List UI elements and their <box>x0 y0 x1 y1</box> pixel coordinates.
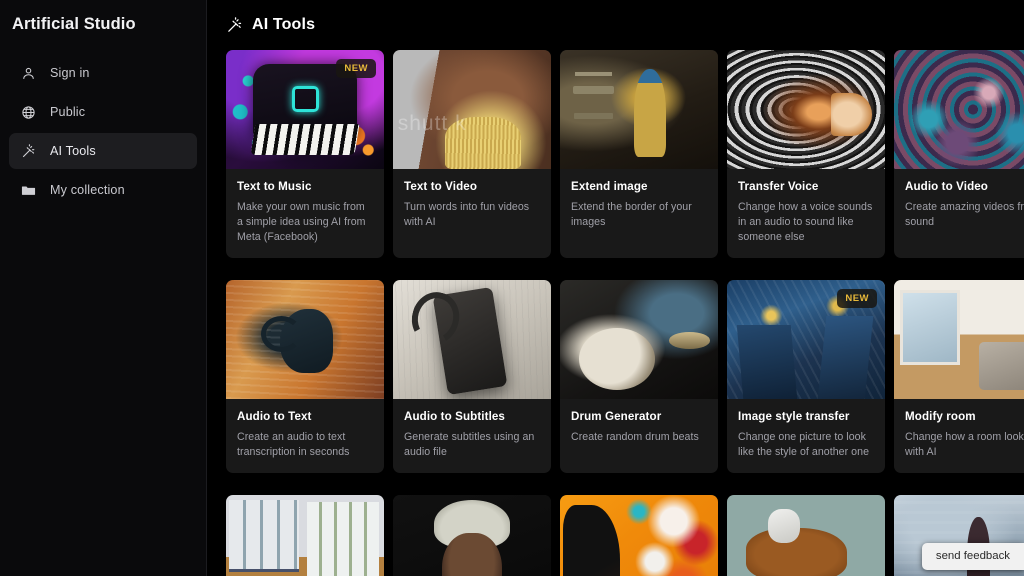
tool-thumbnail: NEW <box>727 280 885 400</box>
tool-card-description: Create random drum beats <box>571 431 699 444</box>
tool-card[interactable] <box>226 495 384 576</box>
audio-recorder-with-headphones-image <box>393 280 551 400</box>
tool-card-body: Text to Music Make your own music from a … <box>226 169 384 258</box>
user-icon <box>21 66 36 81</box>
diamond-icon <box>292 85 320 112</box>
tool-card[interactable]: Audio to Subtitles Generate subtitles usi… <box>393 280 551 474</box>
tool-thumbnail <box>226 280 384 400</box>
tool-thumbnail <box>727 50 885 169</box>
tool-card-title: Drum Generator <box>571 410 662 424</box>
brand-title: Artificial Studio <box>12 15 136 33</box>
tool-card-body: Image style transfer Change one picture t… <box>727 399 885 473</box>
magic-wand-icon <box>21 143 36 159</box>
abstract-gramophone-horn-image <box>727 50 885 169</box>
new-badge: NEW <box>336 59 376 78</box>
app-root: Artificial Studio Sign in Public AI Tools M… <box>0 0 1024 576</box>
tool-thumbnail <box>393 280 551 400</box>
portrait-man-with-turban-image <box>393 495 551 576</box>
tool-card-description: Generate subtitles using an audio file <box>404 431 535 459</box>
tool-card[interactable]: Drum Generator Create random drum beats <box>560 280 718 474</box>
man-eating-spaghetti-video-image <box>393 50 551 169</box>
tool-card[interactable]: NEW Text to Music Make your own music from… <box>226 50 384 259</box>
tool-card-body: Drum Generator Create random drum beats <box>560 399 718 458</box>
tool-card-body: Extend image Extend the border of your im… <box>560 169 718 243</box>
tool-thumbnail: NEW <box>226 50 384 169</box>
tool-card-title: Audio to Video <box>905 180 988 193</box>
tool-thumbnail <box>560 50 718 169</box>
tool-card-title: Text to Music <box>237 180 312 193</box>
tool-card-description: Change one picture to look like the styl… <box>738 431 870 459</box>
modern-living-room-interior-image <box>894 280 1024 400</box>
send-feedback-button[interactable]: send feedback <box>921 543 1024 570</box>
magic-wand-icon <box>226 16 243 34</box>
tool-card-description: Change how a voice sounds in an audio to… <box>738 201 873 244</box>
tool-card-title: Transfer Voice <box>738 180 819 193</box>
sidebar-item-public[interactable]: Public <box>9 94 197 130</box>
page-header: AI Tools <box>220 0 1024 50</box>
vintage-drum-kit-image <box>560 280 718 400</box>
tool-card-description: Create amazing videos from sound <box>905 201 1024 229</box>
living-room-with-sofas-image <box>226 495 384 576</box>
tool-card-body: Audio to Text Create an audio to text tra… <box>226 399 384 473</box>
sidebar-item-label: AI Tools <box>50 144 96 158</box>
tool-thumbnail <box>226 495 384 576</box>
tool-card[interactable] <box>727 495 885 576</box>
tool-card-title: Image style transfer <box>738 410 850 424</box>
sidebar-nav: Sign in Public AI Tools My collection <box>0 55 206 208</box>
tool-card-description: Create an audio to text transcription in… <box>237 431 350 459</box>
tool-thumbnail <box>560 280 718 400</box>
tool-thumbnail <box>894 280 1024 400</box>
sidebar-item-my-collection[interactable]: My collection <box>9 172 197 208</box>
tool-card[interactable]: NEW Image style transfer Change one pictur… <box>727 280 885 474</box>
tool-thumbnail <box>393 50 551 169</box>
tool-card-title: Modify room <box>905 410 976 424</box>
tool-card[interactable]: Audio to Text Create an audio to text tra… <box>226 280 384 474</box>
sidebar-item-sign-in[interactable]: Sign in <box>9 55 197 91</box>
folder-icon <box>21 183 36 198</box>
tool-thumbnail <box>727 495 885 576</box>
tool-card[interactable]: Modify room Change how a room looks with … <box>894 280 1024 474</box>
tool-card-body: Audio to Subtitles Generate subtitles usi… <box>393 399 551 473</box>
tools-grid: NEW Text to Music Make your own music from… <box>220 50 1024 576</box>
sidebar-item-ai-tools[interactable]: AI Tools <box>9 133 197 169</box>
tool-card-description: Turn words into fun videos with AI <box>404 201 530 229</box>
tool-card-title: Extend image <box>571 180 648 193</box>
tool-card-body: Text to Video Turn words into fun videos … <box>393 169 551 243</box>
tool-card-description: Extend the border of your images <box>571 201 692 229</box>
tool-thumbnail <box>560 495 718 576</box>
tool-card[interactable] <box>560 495 718 576</box>
tool-card[interactable]: Audio to Video Create amazing videos from… <box>894 50 1024 259</box>
tool-thumbnail <box>393 495 551 576</box>
tool-card-description: Make your own music from a simple idea u… <box>237 201 366 244</box>
tool-card[interactable]: Text to Video Turn words into fun videos … <box>393 50 551 259</box>
page-title: AI Tools <box>252 16 316 33</box>
tool-card-body: Modify room Change how a room looks with … <box>894 399 1024 473</box>
tool-thumbnail <box>894 50 1024 169</box>
tool-card[interactable] <box>393 495 551 576</box>
new-badge: NEW <box>837 289 877 309</box>
orange-floral-silhouette-image <box>560 495 718 576</box>
tool-card-body: Audio to Video Create amazing videos from… <box>894 169 1024 243</box>
sidebar: Artificial Studio Sign in Public AI Tools M… <box>0 0 207 576</box>
main-content: AI Tools NEW Text to Music Make your own m… <box>207 0 1024 576</box>
psychedelic-coral-pattern-image <box>894 50 1024 169</box>
sidebar-item-label: Public <box>50 105 86 119</box>
globe-icon <box>21 105 36 120</box>
tool-card-title: Audio to Subtitles <box>404 410 505 424</box>
tool-card-title: Audio to Text <box>237 410 312 424</box>
tool-card[interactable]: Transfer Voice Change how a voice sounds … <box>727 50 885 259</box>
tool-card-description: Change how a room looks with AI <box>905 431 1024 459</box>
astronaut-riding-horse-image <box>727 495 885 576</box>
girl-with-pearl-earring-extended-image <box>560 50 718 169</box>
sidebar-item-label: Sign in <box>50 66 90 80</box>
tool-card-title: Text to Video <box>404 180 478 193</box>
tool-card-body: Transfer Voice Change how a voice sounds … <box>727 169 885 258</box>
person-with-headphones-glitch-image <box>226 280 384 400</box>
tool-card[interactable]: Extend image Extend the border of your im… <box>560 50 718 259</box>
sidebar-item-label: My collection <box>50 183 125 197</box>
